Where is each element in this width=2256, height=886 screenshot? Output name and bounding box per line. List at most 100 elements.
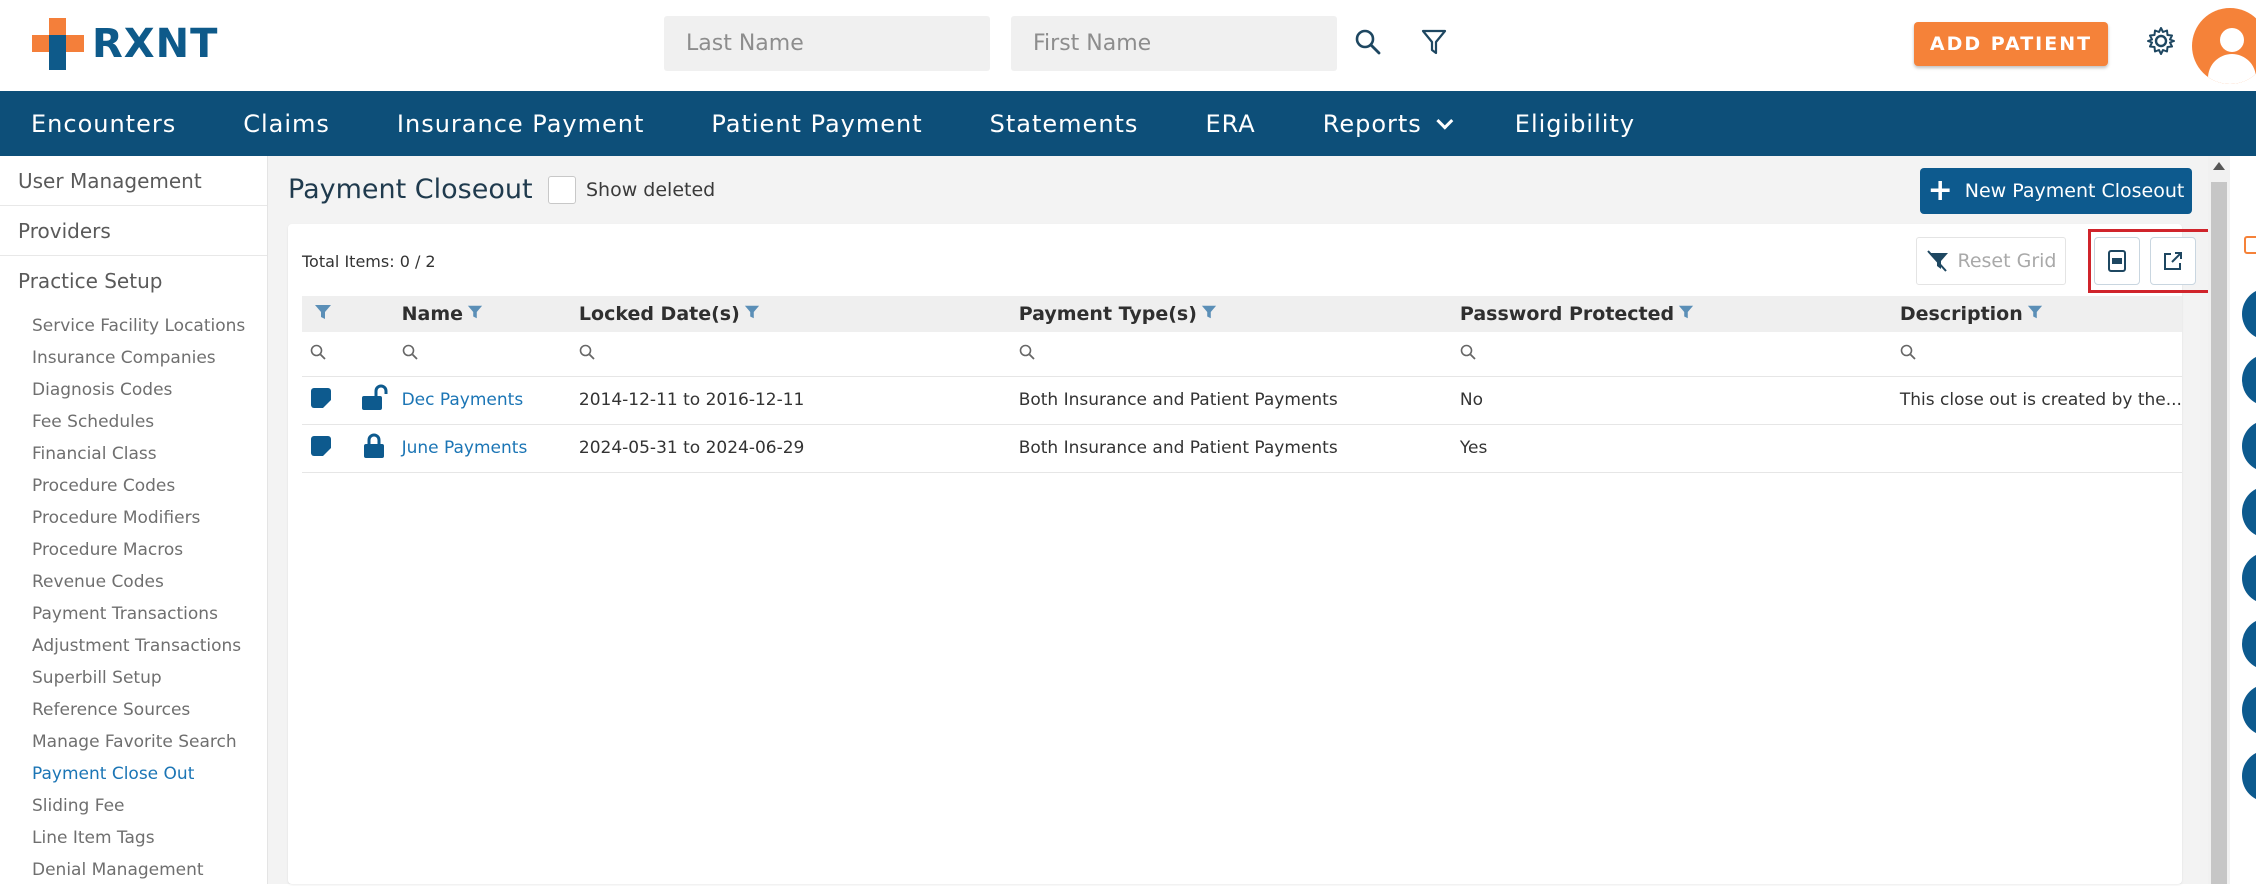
filter-icon[interactable] bbox=[1416, 24, 1452, 60]
sidebar-item-sliding-fee[interactable]: Sliding Fee bbox=[0, 790, 267, 822]
row-name[interactable]: June Payments bbox=[393, 424, 571, 473]
row-name[interactable]: Dec Payments bbox=[393, 376, 571, 425]
grid-header-row: Name Locked Date(s) Payment Type(s) Pass… bbox=[302, 296, 2182, 332]
edit-cell[interactable] bbox=[302, 376, 352, 425]
rail-button-icon[interactable] bbox=[2242, 420, 2256, 472]
export-button[interactable] bbox=[2150, 237, 2196, 285]
main-content: Payment Closeout Show deleted + New Paym… bbox=[268, 156, 2212, 884]
table-row[interactable]: June Payments 2024-05-31 to 2024-06-29 B… bbox=[302, 424, 2182, 473]
sidebar-item-insurance-companies[interactable]: Insurance Companies bbox=[0, 342, 267, 374]
rxnt-logo[interactable]: RXNT bbox=[32, 18, 218, 70]
filter-icon[interactable] bbox=[467, 303, 483, 325]
column-header-locked-dates[interactable]: Locked Date(s) bbox=[570, 296, 1011, 332]
sidebar-item-diagnosis-codes[interactable]: Diagnosis Codes bbox=[0, 374, 267, 406]
filter-search-cell[interactable] bbox=[302, 332, 352, 377]
show-deleted-toggle[interactable]: Show deleted bbox=[548, 176, 715, 204]
grid-table: Name Locked Date(s) Payment Type(s) Pass… bbox=[302, 296, 2182, 473]
rail-button-icon[interactable] bbox=[2242, 750, 2256, 802]
filter-icon[interactable] bbox=[1201, 303, 1217, 325]
column-header-payment-types[interactable]: Payment Type(s) bbox=[1010, 296, 1452, 332]
sidebar-item-payment-close-out[interactable]: Payment Close Out bbox=[0, 758, 267, 790]
reset-grid-button[interactable]: Reset Grid bbox=[1916, 237, 2066, 285]
sidebar-item-manage-favorite-search[interactable]: Manage Favorite Search bbox=[0, 726, 267, 758]
sidebar-item-reference-sources[interactable]: Reference Sources bbox=[0, 694, 267, 726]
sidebar-item-adjustment-transactions[interactable]: Adjustment Transactions bbox=[0, 630, 267, 662]
sidebar-item-fee-schedules[interactable]: Fee Schedules bbox=[0, 406, 267, 438]
first-name-input[interactable] bbox=[1033, 31, 1315, 56]
add-patient-button[interactable]: ADD PATIENT bbox=[1914, 22, 2108, 66]
vertical-scrollbar[interactable] bbox=[2208, 156, 2230, 884]
rail-button-icon[interactable] bbox=[2242, 618, 2256, 670]
column-header-password-protected[interactable]: Password Protected bbox=[1451, 296, 1892, 332]
column-header-name[interactable]: Name bbox=[393, 296, 571, 332]
table-row[interactable]: Dec Payments 2014-12-11 to 2016-12-11 Bo… bbox=[302, 376, 2182, 425]
new-payment-closeout-label: New Payment Closeout bbox=[1964, 180, 2185, 202]
header-filter-cell[interactable] bbox=[302, 296, 352, 332]
chevron-down-icon bbox=[1436, 112, 1454, 130]
column-header-description[interactable]: Description bbox=[1891, 296, 2182, 332]
chat-icon[interactable] bbox=[2244, 236, 2256, 254]
lock-cell[interactable] bbox=[351, 376, 394, 425]
filter-icon[interactable] bbox=[2027, 303, 2043, 325]
last-name-field[interactable] bbox=[664, 16, 990, 71]
nav-eligibility[interactable]: Eligibility bbox=[1515, 110, 1635, 138]
nav-era[interactable]: ERA bbox=[1205, 110, 1255, 138]
filter-search-cell[interactable] bbox=[1451, 332, 1892, 377]
last-name-input[interactable] bbox=[686, 31, 968, 56]
nav-claims[interactable]: Claims bbox=[243, 110, 330, 138]
rail-button-icon[interactable] bbox=[2242, 288, 2256, 340]
search-icon[interactable] bbox=[1350, 24, 1386, 60]
nav-encounters[interactable]: Encounters bbox=[31, 110, 176, 138]
filter-search-cell[interactable] bbox=[393, 332, 571, 377]
nav-label: ERA bbox=[1205, 109, 1256, 138]
sidebar-item-revenue-codes[interactable]: Revenue Codes bbox=[0, 566, 267, 598]
rail-button-icon[interactable] bbox=[2242, 486, 2256, 538]
sidebar-item-procedure-codes[interactable]: Procedure Codes bbox=[0, 470, 267, 502]
new-payment-closeout-button[interactable]: + New Payment Closeout bbox=[1920, 168, 2192, 214]
rail-button-icon[interactable] bbox=[2242, 684, 2256, 736]
sidebar-item-denial-management[interactable]: Denial Management bbox=[0, 854, 267, 886]
gear-icon[interactable] bbox=[2142, 22, 2180, 60]
nav-insurance-payment[interactable]: Insurance Payment bbox=[397, 110, 644, 138]
filter-search-cell[interactable] bbox=[1010, 332, 1452, 377]
rail-button-icon[interactable] bbox=[2242, 354, 2256, 406]
scrollbar-thumb[interactable] bbox=[2211, 182, 2227, 884]
user-avatar-icon[interactable] bbox=[2192, 8, 2256, 84]
nav-reports[interactable]: Reports bbox=[1323, 110, 1454, 138]
show-deleted-checkbox[interactable] bbox=[548, 176, 576, 204]
first-name-field[interactable] bbox=[1011, 16, 1337, 71]
sidebar-section-user-management[interactable]: User Management bbox=[0, 156, 267, 206]
filter-search-cell[interactable] bbox=[1891, 332, 2182, 377]
sidebar-section-providers[interactable]: Providers bbox=[0, 206, 267, 256]
filter-icon[interactable] bbox=[1678, 303, 1694, 325]
sidebar-item-procedure-macros[interactable]: Procedure Macros bbox=[0, 534, 267, 566]
filter-search-cell[interactable] bbox=[570, 332, 1011, 377]
sidebar-item-superbill-setup[interactable]: Superbill Setup bbox=[0, 662, 267, 694]
sidebar-item-line-item-tags[interactable]: Line Item Tags bbox=[0, 822, 267, 854]
grid-filter-row bbox=[302, 332, 2182, 377]
nav-label: Encounters bbox=[31, 109, 177, 138]
sidebar-item-financial-class[interactable]: Financial Class bbox=[0, 438, 267, 470]
lock-cell[interactable] bbox=[351, 424, 394, 473]
locked-icon[interactable] bbox=[360, 432, 388, 460]
nav-statements[interactable]: Statements bbox=[990, 110, 1139, 138]
filter-icon[interactable] bbox=[314, 303, 332, 326]
sidebar-item-service-facility-locations[interactable]: Service Facility Locations bbox=[0, 310, 267, 342]
sidebar-item-procedure-modifiers[interactable]: Procedure Modifiers bbox=[0, 502, 267, 534]
scroll-up-icon[interactable] bbox=[2213, 162, 2225, 170]
edit-icon[interactable] bbox=[310, 435, 332, 457]
filter-icon[interactable] bbox=[744, 303, 760, 325]
search-icon bbox=[1460, 344, 1476, 360]
rail-button-icon[interactable] bbox=[2242, 552, 2256, 604]
nav-label: Insurance Payment bbox=[396, 109, 645, 138]
header-lock-cell bbox=[351, 296, 394, 332]
nav-patient-payment[interactable]: Patient Payment bbox=[711, 110, 922, 138]
edit-cell[interactable] bbox=[302, 424, 352, 473]
edit-icon[interactable] bbox=[310, 387, 332, 409]
sidebar-item-payment-transactions[interactable]: Payment Transactions bbox=[0, 598, 267, 630]
export-pdf-button[interactable] bbox=[2094, 237, 2140, 285]
row-name-link[interactable]: June Payments bbox=[402, 438, 528, 458]
unlocked-icon[interactable] bbox=[360, 384, 388, 412]
sidebar-section-practice-setup[interactable]: Practice Setup bbox=[0, 256, 267, 306]
row-name-link[interactable]: Dec Payments bbox=[402, 390, 524, 410]
